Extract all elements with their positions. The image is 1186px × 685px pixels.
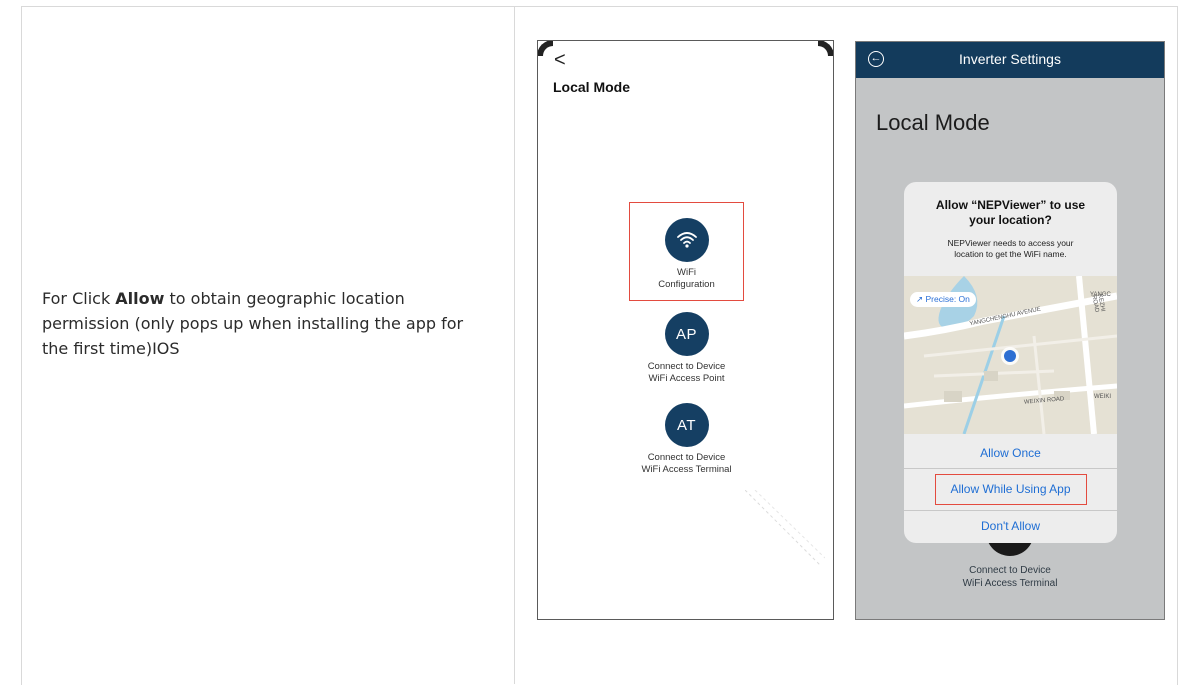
phone-screenshot-location-permission: ← Inverter Settings Local Mode Connect t… bbox=[855, 41, 1165, 620]
dialog-separator bbox=[904, 468, 1117, 469]
location-permission-dialog: Allow “NEPViewer” to use your location? … bbox=[904, 182, 1117, 543]
dont-allow-button[interactable]: Don't Allow bbox=[904, 519, 1117, 533]
highlight-box bbox=[629, 202, 744, 301]
dialog-message: NEPViewer needs to access your location … bbox=[910, 238, 1111, 260]
header-title: Inverter Settings bbox=[959, 51, 1061, 67]
precise-toggle[interactable]: ↗ Precise: On bbox=[910, 292, 976, 307]
back-button[interactable]: < bbox=[554, 49, 566, 72]
instruction-text: For Click Allow to obtain geographic loc… bbox=[42, 286, 482, 361]
location-map: ↗ Precise: On YANGCHENGHU AVENUE KEZHI R… bbox=[904, 276, 1117, 434]
instruction-bold-allow: Allow bbox=[115, 289, 165, 308]
dialog-separator bbox=[904, 510, 1117, 511]
dialog-title-line2: your location? bbox=[969, 213, 1052, 227]
highlight-box bbox=[935, 474, 1087, 505]
allow-once-button[interactable]: Allow Once bbox=[904, 446, 1117, 460]
page-title: Local Mode bbox=[553, 79, 631, 95]
decorative-dashed-lines bbox=[745, 490, 825, 566]
option-label: Connect to Device WiFi Access Point bbox=[538, 361, 833, 385]
page-title: Local Mode bbox=[876, 110, 990, 135]
dialog-message-line2: location to get the WiFi name. bbox=[954, 249, 1067, 259]
option-access-terminal[interactable]: AT Connect to Device WiFi Access Termina… bbox=[538, 403, 833, 476]
option-label-line2: WiFi Access Terminal bbox=[962, 578, 1058, 589]
option-label-line1: Connect to Device bbox=[969, 565, 1051, 576]
ap-badge-icon: AP bbox=[664, 312, 709, 356]
dialog-title: Allow “NEPViewer” to use your location? bbox=[910, 198, 1111, 228]
option-label-line2: WiFi Access Point bbox=[648, 373, 725, 384]
background-option-label: Connect to Device WiFi Access Terminal bbox=[856, 564, 1164, 590]
at-badge-icon: AT bbox=[664, 403, 709, 447]
instruction-prefix: For Click bbox=[42, 289, 116, 308]
option-label: Connect to Device WiFi Access Terminal bbox=[538, 452, 833, 476]
map-label: WEIKI bbox=[1094, 394, 1112, 400]
table-column-divider bbox=[514, 6, 515, 684]
map-label: YANGC bbox=[1090, 292, 1111, 298]
phone-corner-left bbox=[538, 41, 553, 56]
option-access-point[interactable]: AP Connect to Device WiFi Access Point bbox=[538, 312, 833, 385]
dialog-title-line1: Allow “NEPViewer” to use bbox=[935, 198, 1086, 212]
option-label-line1: Connect to Device bbox=[647, 361, 726, 372]
option-label-line2: WiFi Access Terminal bbox=[641, 464, 732, 475]
phone-corner-right bbox=[818, 41, 833, 56]
dialog-message-line1: NEPViewer needs to access your bbox=[947, 238, 1074, 248]
app-header: ← Inverter Settings bbox=[856, 42, 1164, 78]
option-label-line1: Connect to Device bbox=[647, 452, 726, 463]
